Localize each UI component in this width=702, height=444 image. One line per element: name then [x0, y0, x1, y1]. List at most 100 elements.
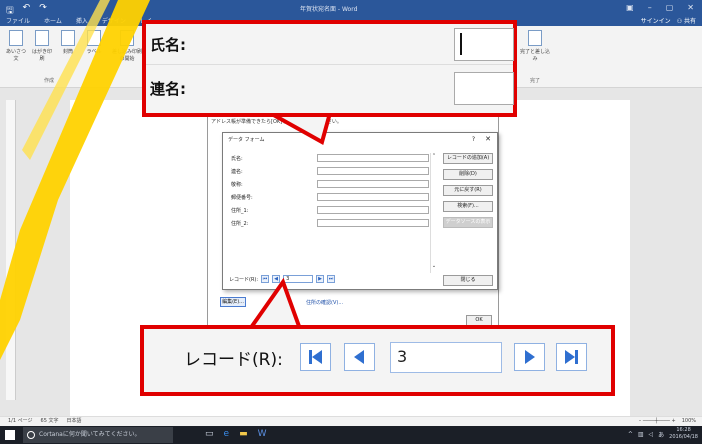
- close-button[interactable]: 閉じる: [443, 275, 493, 286]
- tab-insert[interactable]: 挿入: [76, 16, 88, 25]
- form-scrollbar[interactable]: ⌃ ⌄: [430, 153, 437, 273]
- zoom-previous-record-icon[interactable]: [344, 343, 375, 371]
- field-label-name: 氏名:: [231, 156, 243, 162]
- taskbar-apps: ▭ e ▬ W: [205, 429, 266, 439]
- signin-link[interactable]: サインイン: [641, 16, 671, 25]
- field-input-honorific[interactable]: [317, 180, 429, 188]
- field-input-postal-code[interactable]: [317, 193, 429, 201]
- zoom-record-number-input[interactable]: 3: [390, 342, 502, 373]
- scroll-up-icon[interactable]: ⌃: [431, 153, 437, 159]
- record-number-input[interactable]: 3: [283, 275, 314, 283]
- tray-arrow-icon[interactable]: ^: [628, 431, 633, 438]
- zoom-callout-record: レコード(R): 3: [140, 325, 615, 396]
- label-icon: [87, 30, 101, 46]
- tab-design[interactable]: デザイン: [102, 16, 126, 25]
- postcard-icon: [35, 30, 49, 46]
- close-icon[interactable]: ✕: [485, 135, 491, 143]
- record-label: レコード(R):: [229, 276, 259, 283]
- edit-list-button[interactable]: 編集(E)...: [220, 297, 246, 307]
- address-check-link[interactable]: 住所の確認(V)...: [306, 299, 343, 306]
- finish-merge-label: 完了と差し込み: [520, 49, 551, 62]
- language-indicator[interactable]: 日本語: [67, 417, 82, 426]
- zoom-input-joint-name[interactable]: [454, 72, 514, 105]
- group-create-label: 作成: [44, 78, 55, 84]
- zoom-label-joint-name: 連名:: [150, 80, 186, 98]
- envelope-icon: [61, 30, 75, 46]
- finish-merge-button[interactable]: 完了と差し込み: [520, 30, 550, 62]
- view-source-button: データソースの表示(V): [443, 217, 493, 234]
- start-merge-label: 差し込み印刷の開始: [112, 49, 143, 62]
- field-input-address-2[interactable]: [317, 219, 429, 227]
- first-record-icon[interactable]: ⏮: [261, 275, 270, 283]
- tab-file[interactable]: ファイル: [6, 16, 30, 25]
- word-app-icon[interactable]: W: [258, 429, 267, 439]
- network-icon[interactable]: ▥: [638, 431, 644, 438]
- greeting-label: あいさつ文: [5, 49, 26, 62]
- zoom-callout-fields: 氏名: 連名:: [142, 20, 517, 117]
- ribbon-display-icon[interactable]: ▣: [626, 3, 634, 12]
- windows-start-icon[interactable]: [5, 430, 15, 440]
- label-label: ラベル: [86, 49, 102, 55]
- cortana-placeholder: Cortanaに何か聞いてみてください。: [39, 431, 141, 438]
- zoom-first-record-icon[interactable]: [300, 343, 331, 371]
- help-icon[interactable]: ?: [472, 136, 475, 143]
- field-label-address-1: 住所_1:: [231, 208, 249, 214]
- minimize-icon[interactable]: –: [648, 3, 652, 12]
- word-count[interactable]: 65 文字: [41, 417, 59, 426]
- window-title: 年賀状宛名面 - Word: [300, 6, 358, 13]
- next-record-icon[interactable]: ▶: [316, 275, 325, 283]
- edge-icon[interactable]: e: [224, 429, 230, 439]
- postcard-label: はがき印刷: [31, 49, 52, 62]
- group-finish-label: 完了: [530, 78, 541, 84]
- find-button[interactable]: 検索(F)...: [443, 201, 493, 212]
- text-cursor: [460, 33, 462, 55]
- greeting-button[interactable]: あいさつ文: [4, 30, 28, 62]
- zoom-next-record-icon[interactable]: [514, 343, 545, 371]
- window-controls: ▣ – ▢ ✕: [626, 3, 694, 12]
- clock-time: 16:28: [676, 427, 691, 433]
- field-input-address-1[interactable]: [317, 206, 429, 214]
- postcard-print-button[interactable]: はがき印刷: [30, 30, 54, 62]
- field-label-postal-code: 郵便番号:: [231, 195, 253, 201]
- close-window-icon[interactable]: ✕: [687, 3, 694, 12]
- zoom-level[interactable]: 100%: [682, 417, 696, 426]
- data-form-title: データ フォーム: [228, 137, 265, 143]
- envelope-label: 封筒: [62, 49, 73, 55]
- volume-icon[interactable]: ◁: [649, 431, 654, 438]
- scroll-down-icon[interactable]: ⌄: [431, 263, 437, 269]
- zoom-last-record-icon[interactable]: [556, 343, 587, 371]
- page-count[interactable]: 1/1 ページ: [8, 417, 33, 426]
- envelope-button[interactable]: 封筒: [56, 30, 80, 55]
- file-explorer-icon[interactable]: ▬: [239, 429, 248, 439]
- start-merge-button[interactable]: 差し込み印刷の開始: [112, 30, 142, 62]
- zoom-input-name[interactable]: [454, 28, 514, 61]
- share-label: 共有: [683, 18, 696, 25]
- system-tray: ^ ▥ ◁ あ 16:28 2016/04/18: [628, 427, 698, 441]
- account-area: サインイン ⚇ 共有: [641, 16, 696, 25]
- field-label-joint-name: 連名:: [231, 169, 243, 175]
- label-button[interactable]: ラベル: [82, 30, 106, 55]
- greeting-icon: [9, 30, 23, 46]
- add-record-button[interactable]: レコードの追加(A): [443, 153, 493, 164]
- delete-button[interactable]: 削除(D): [443, 169, 493, 180]
- tab-home[interactable]: ホーム: [44, 16, 62, 25]
- field-input-name[interactable]: [317, 154, 429, 162]
- field-input-joint-name[interactable]: [317, 167, 429, 175]
- vertical-ruler: [6, 100, 16, 400]
- share-button[interactable]: ⚇ 共有: [677, 16, 696, 25]
- last-record-icon[interactable]: ⏭: [327, 275, 336, 283]
- zoom-separator: [146, 64, 513, 65]
- zoom-slider[interactable]: – ────┼──── +: [639, 417, 676, 426]
- task-view-icon[interactable]: ▭: [205, 429, 214, 439]
- ime-indicator[interactable]: あ: [658, 430, 664, 439]
- finish-merge-icon: [528, 30, 542, 46]
- cortana-search-box[interactable]: Cortanaに何か聞いてみてください。: [23, 427, 173, 443]
- previous-record-icon[interactable]: ◀: [272, 275, 281, 283]
- clock-date: 2016/04/18: [669, 434, 698, 440]
- zoom-label-name: 氏名:: [150, 36, 186, 54]
- clock[interactable]: 16:28 2016/04/18: [669, 427, 698, 441]
- taskbar: Cortanaに何か聞いてみてください。 ▭ e ▬ W ^ ▥ ◁ あ 16:…: [0, 426, 702, 444]
- record-navigation: レコード(R): ⏮ ◀ 3 ▶ ⏭: [229, 275, 336, 283]
- maximize-icon[interactable]: ▢: [666, 3, 674, 12]
- restore-button[interactable]: 元に戻す(R): [443, 185, 493, 196]
